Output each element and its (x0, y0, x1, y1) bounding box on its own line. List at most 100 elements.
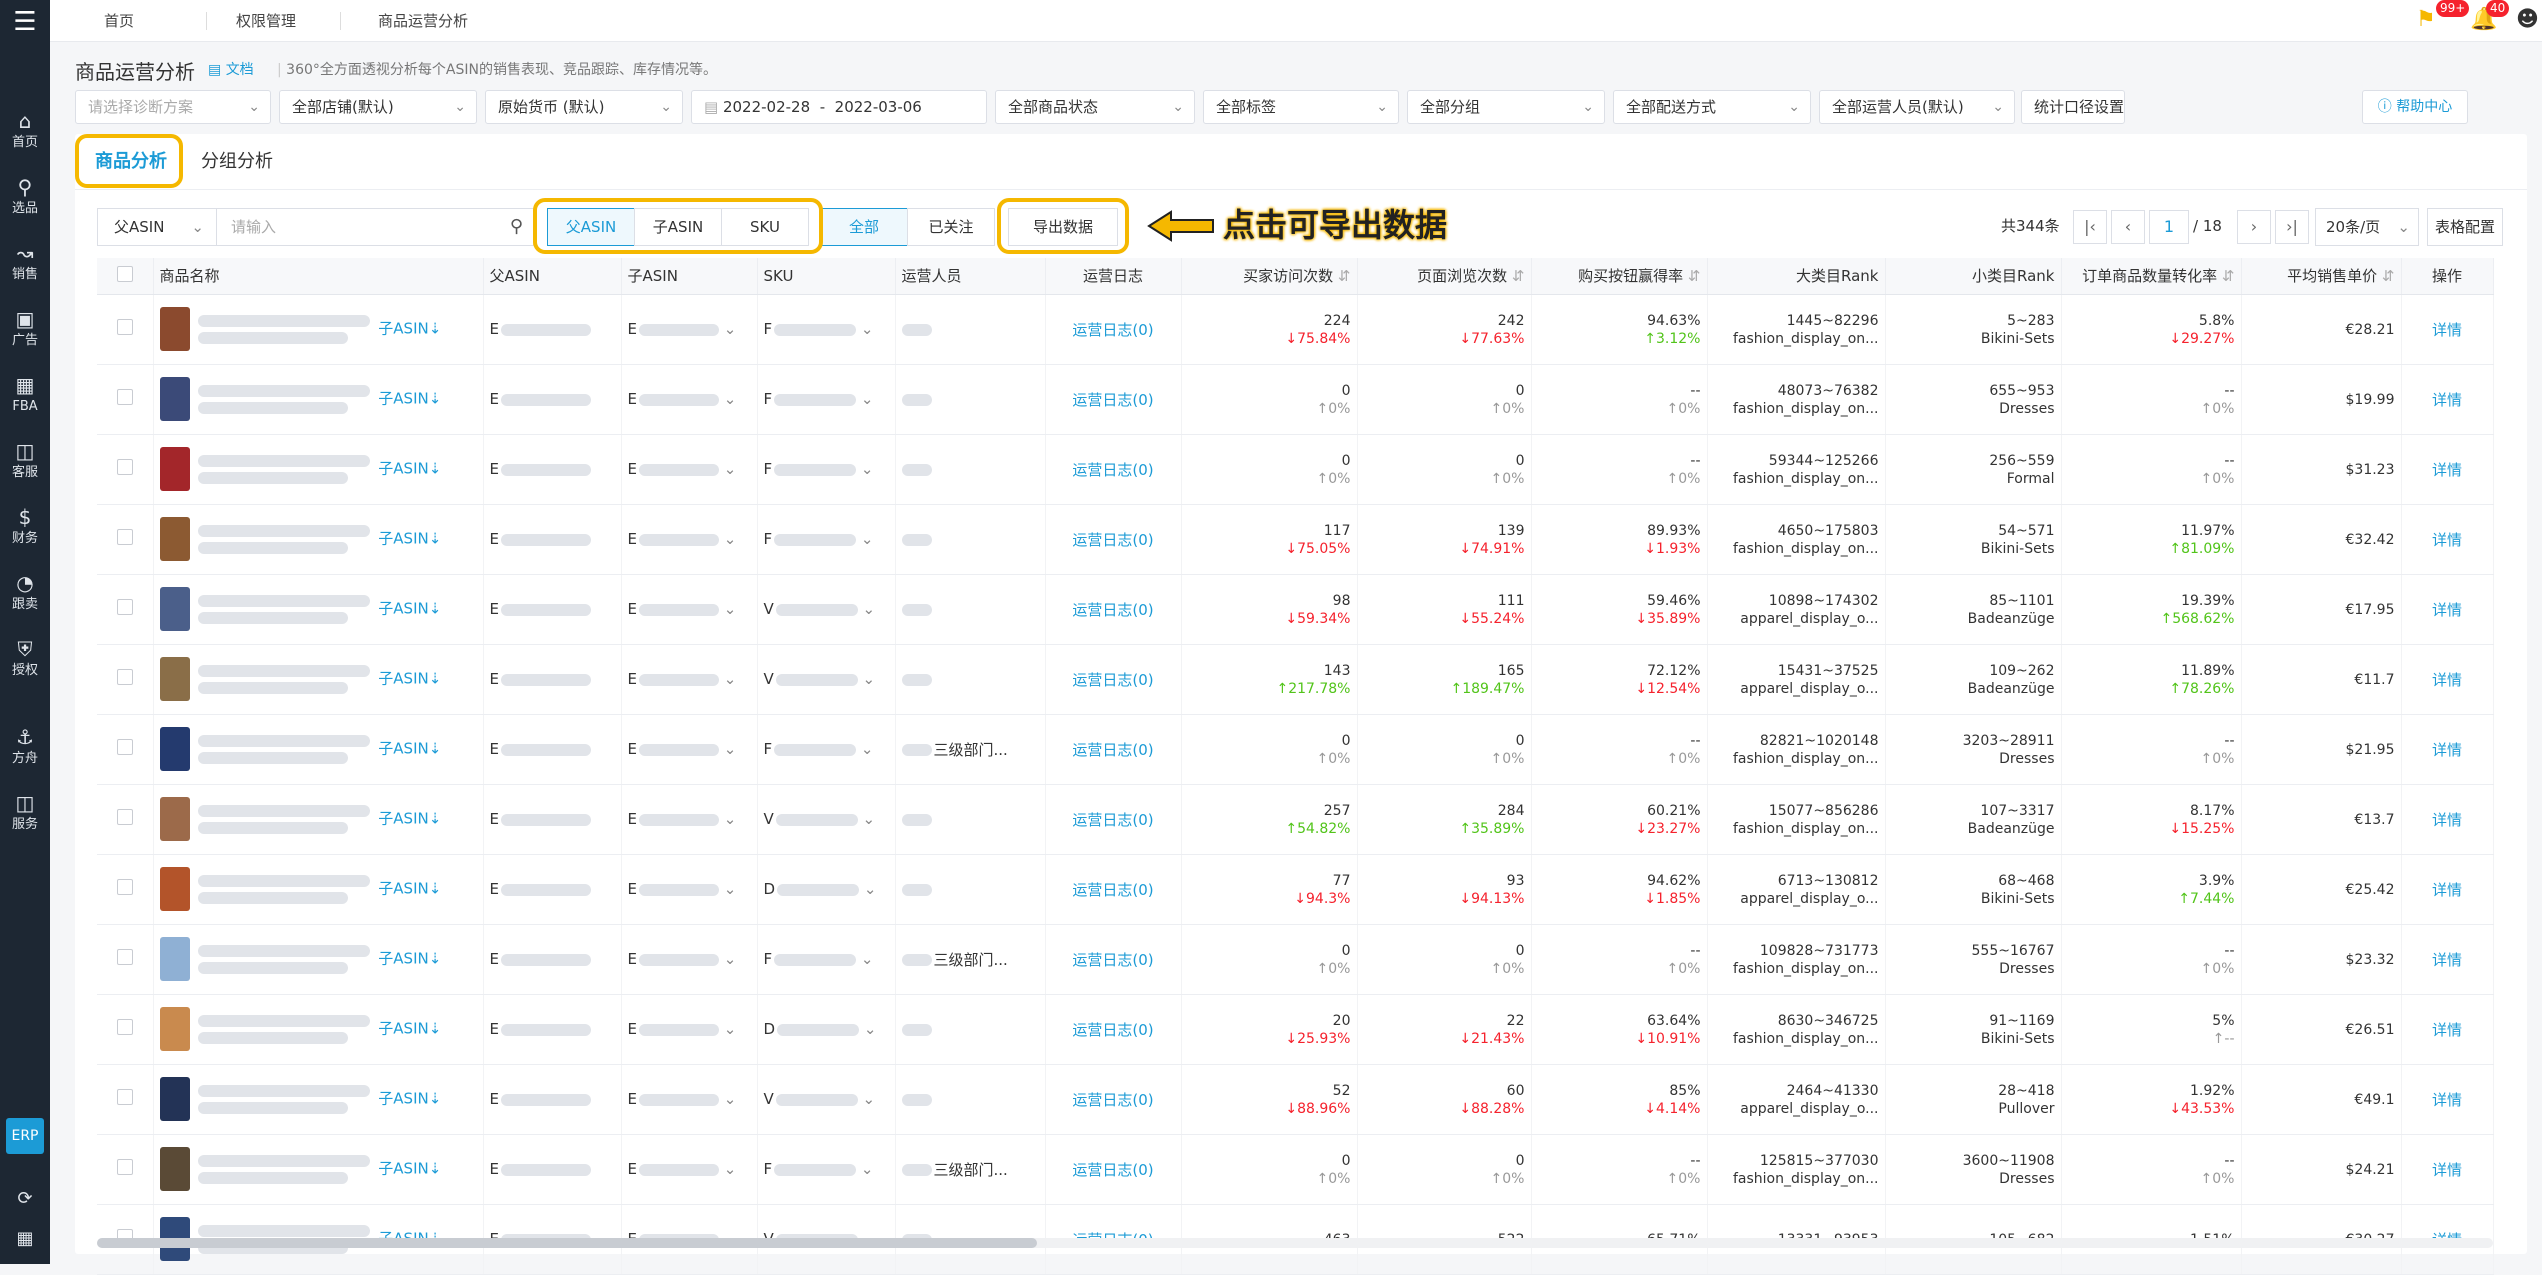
child-asin-link[interactable]: 子ASIN⇣ (378, 880, 441, 898)
select-all-checkbox[interactable] (97, 258, 154, 295)
stat-setting-button[interactable]: 统计口径设置 (2021, 90, 2125, 124)
product-thumbnail[interactable] (159, 447, 190, 491)
status-select[interactable]: 全部商品状态 ⌄ (995, 90, 1195, 124)
operator-cell[interactable]: 三级部门... (895, 924, 1046, 995)
operation-log-link[interactable]: 运营日志(0) (1072, 671, 1153, 689)
sidebar-item-sales[interactable]: ↝ 销售 (0, 236, 50, 294)
detail-link[interactable]: 详情 (2432, 1161, 2462, 1179)
child-asin-cell[interactable]: E ⌄ (621, 294, 758, 365)
operation-log-link[interactable]: 运营日志(0) (1072, 531, 1153, 549)
product-title[interactable] (197, 660, 374, 699)
parent-asin-cell[interactable]: E (483, 854, 622, 925)
child-asin-cell[interactable]: E ⌄ (621, 574, 758, 645)
product-title[interactable] (197, 800, 374, 839)
operation-log-link[interactable]: 运营日志(0) (1072, 951, 1153, 969)
product-title[interactable] (197, 590, 374, 629)
child-asin-link[interactable]: 子ASIN⇣ (378, 600, 441, 618)
sidebar-item-home[interactable]: ⌂ 首页 (0, 104, 50, 162)
diagnosis-select[interactable]: 请选择诊断方案 ⌄ (75, 90, 271, 124)
product-thumbnail[interactable] (159, 797, 190, 841)
child-asin-link[interactable]: 子ASIN⇣ (378, 1160, 441, 1178)
product-title[interactable] (197, 1150, 374, 1189)
operation-log-link[interactable]: 运营日志(0) (1072, 461, 1153, 479)
operator-cell[interactable] (895, 294, 1046, 365)
search-type-select[interactable]: 父ASIN ⌄ (97, 208, 217, 246)
row-checkbox[interactable] (97, 714, 154, 785)
row-checkbox[interactable] (97, 364, 154, 435)
store-select[interactable]: 全部店铺(默认) ⌄ (279, 90, 477, 124)
row-checkbox[interactable] (97, 504, 154, 575)
operator-select[interactable]: 全部运营人员(默认) ⌄ (1819, 90, 2015, 124)
grid-icon[interactable]: ▦ (12, 1226, 38, 1252)
product-thumbnail[interactable] (159, 517, 190, 561)
child-asin-link[interactable]: 子ASIN⇣ (378, 530, 441, 548)
sku-cell[interactable]: D ⌄ (757, 994, 896, 1065)
operation-log-link[interactable]: 运营日志(0) (1072, 391, 1153, 409)
child-asin-link[interactable]: 子ASIN⇣ (378, 740, 441, 758)
product-thumbnail[interactable] (159, 937, 190, 981)
sidebar-item-selection[interactable]: ⚲ 选品 (0, 170, 50, 228)
product-thumbnail[interactable] (159, 1077, 190, 1121)
parent-asin-cell[interactable]: E (483, 434, 622, 505)
date-range-picker[interactable]: ▤ 2022-02-28 - 2022-03-06 (691, 90, 987, 124)
parent-asin-cell[interactable]: E (483, 994, 622, 1065)
refresh-icon[interactable]: ⟳ (12, 1186, 38, 1212)
child-asin-link[interactable]: 子ASIN⇣ (378, 1020, 441, 1038)
operator-cell[interactable]: 三级部门... (895, 1134, 1046, 1205)
col-header-views[interactable]: 页面浏览次数 ⇵ (1357, 258, 1532, 295)
parent-asin-cell[interactable]: E (483, 504, 622, 575)
detail-link[interactable]: 详情 (2432, 601, 2462, 619)
col-header-conversion[interactable]: 订单商品数量转化率 ⇵ (2061, 258, 2242, 295)
sku-cell[interactable]: F ⌄ (757, 294, 896, 365)
operator-cell[interactable]: 三级部门... (895, 714, 1046, 785)
detail-link[interactable]: 详情 (2432, 881, 2462, 899)
sidebar-item-follow-sell[interactable]: ◔ 跟卖 (0, 566, 50, 624)
product-title[interactable] (197, 1010, 374, 1049)
product-thumbnail[interactable] (159, 587, 190, 631)
tab-group-analysis[interactable]: 分组分析 (201, 134, 273, 190)
product-title[interactable] (197, 520, 374, 559)
operation-log-link[interactable]: 运营日志(0) (1072, 741, 1153, 759)
groups-select[interactable]: 全部分组 ⌄ (1407, 90, 1605, 124)
top-tab-product-analysis[interactable]: 商品运营分析 (378, 0, 468, 42)
page-size-select[interactable]: 20条/页 ⌄ (2315, 208, 2419, 246)
product-title[interactable] (197, 380, 374, 419)
child-asin-cell[interactable]: E ⌄ (621, 784, 758, 855)
last-page-button[interactable]: ›| (2275, 210, 2309, 244)
child-asin-cell[interactable]: E ⌄ (621, 1064, 758, 1135)
detail-link[interactable]: 详情 (2432, 461, 2462, 479)
detail-link[interactable]: 详情 (2432, 811, 2462, 829)
product-title[interactable] (197, 450, 374, 489)
currency-select[interactable]: 原始货币 (默认) ⌄ (485, 90, 683, 124)
row-checkbox[interactable] (97, 1064, 154, 1135)
child-asin-link[interactable]: 子ASIN⇣ (378, 390, 441, 408)
sidebar-item-service[interactable]: ◫ 客服 (0, 434, 50, 492)
child-asin-link[interactable]: 子ASIN⇣ (378, 320, 441, 338)
search-input[interactable]: 请输入 ⚲ (216, 208, 534, 246)
parent-asin-cell[interactable]: E (483, 1134, 622, 1205)
operator-cell[interactable] (895, 854, 1046, 925)
child-asin-cell[interactable]: E ⌄ (621, 644, 758, 715)
product-title[interactable] (197, 940, 374, 979)
operator-cell[interactable] (895, 504, 1046, 575)
child-asin-cell[interactable]: E ⌄ (621, 364, 758, 435)
operator-cell[interactable] (895, 1064, 1046, 1135)
detail-link[interactable]: 详情 (2432, 531, 2462, 549)
sidebar-item-auth[interactable]: ⛨ 授权 (0, 632, 50, 690)
col-header-visits[interactable]: 买家访问次数 ⇵ (1181, 258, 1358, 295)
row-checkbox[interactable] (97, 434, 154, 505)
sidebar-item-ark[interactable]: ⚓ 方舟 (0, 720, 50, 778)
sku-cell[interactable]: F ⌄ (757, 924, 896, 995)
product-thumbnail[interactable] (159, 377, 190, 421)
sku-cell[interactable]: F ⌄ (757, 364, 896, 435)
detail-link[interactable]: 详情 (2432, 741, 2462, 759)
operation-log-link[interactable]: 运营日志(0) (1072, 811, 1153, 829)
sku-cell[interactable]: F ⌄ (757, 1134, 896, 1205)
row-checkbox[interactable] (97, 784, 154, 855)
sku-cell[interactable]: D ⌄ (757, 854, 896, 925)
child-asin-cell[interactable]: E ⌄ (621, 924, 758, 995)
child-asin-cell[interactable]: E ⌄ (621, 434, 758, 505)
operator-cell[interactable] (895, 364, 1046, 435)
operation-log-link[interactable]: 运营日志(0) (1072, 881, 1153, 899)
top-tab-home[interactable]: 首页 (104, 0, 134, 42)
